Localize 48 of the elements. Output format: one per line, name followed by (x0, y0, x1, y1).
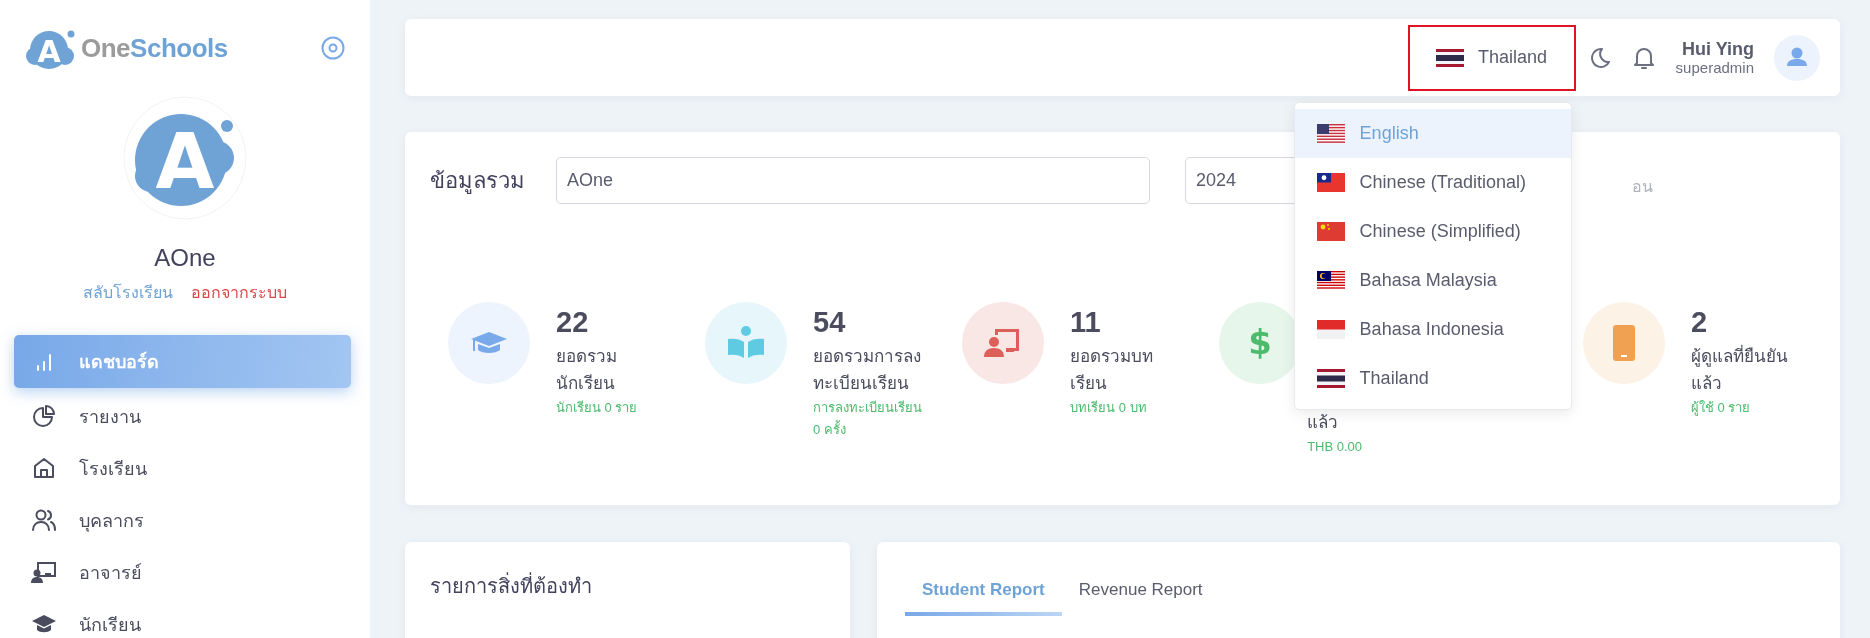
stat-detail: นักเรียน 0 ราย (556, 399, 639, 417)
user-name: Hui Ying (1682, 38, 1754, 60)
nav-item[interactable]: รายงาน (14, 390, 351, 442)
flag-icon (1316, 123, 1345, 143)
logout-link[interactable]: ออกจากระบบ (191, 280, 287, 305)
stat-number: 54 (813, 306, 847, 339)
stat-detail: การลงทะเบียนเรียน 0 ครั้ง (813, 399, 924, 439)
flag-icon (1316, 270, 1345, 290)
flag-icon (1436, 48, 1465, 67)
home-icon (31, 456, 57, 480)
users-icon (31, 508, 57, 532)
brand-name: OneSchools (81, 32, 228, 64)
stat-detail: บทเรียน 0 บท (1070, 399, 1148, 417)
teacher-icon (31, 561, 57, 583)
nav-item[interactable]: นักเรียน (14, 598, 351, 638)
stat-label: ยอดรวมบทเรียน (1070, 346, 1155, 395)
flag-icon (1316, 319, 1345, 339)
graduation-cap-icon (448, 302, 530, 384)
stat-label: แล้ว (1307, 412, 1340, 434)
stat-number: 2 (1690, 306, 1709, 339)
school-field[interactable]: AOne (556, 157, 1150, 204)
teacher-icon (962, 302, 1045, 384)
stat-number: 11 (1070, 306, 1102, 339)
nav-item[interactable]: โรงเรียน (14, 442, 351, 494)
overview-title: ข้อมูลรวม (430, 167, 526, 196)
stat-number: 22 (556, 306, 590, 339)
language-button[interactable]: Thailand (1407, 24, 1576, 91)
pie-chart-icon (31, 404, 57, 428)
stat-label: ยอดรวมนักเรียน (556, 346, 618, 395)
nav-item[interactable]: อาจารย์ (14, 546, 351, 598)
flag-icon (1316, 172, 1345, 192)
stat-detail: THB 0.00 (1307, 438, 1364, 456)
flag-icon (1316, 221, 1345, 241)
report-tab[interactable]: Revenue Report (1061, 572, 1220, 616)
flag-icon (1316, 368, 1345, 388)
language-option[interactable]: Chinese (Simplified) (1294, 206, 1571, 256)
school-name: AOne (154, 244, 216, 272)
stat-label: ยอดรวมการลงทะเบียนเรียน (813, 346, 923, 395)
phone-icon (1582, 302, 1665, 384)
reading-icon (705, 302, 788, 384)
school-logo: A (123, 96, 247, 220)
language-option[interactable]: Bahasa Malaysia (1294, 255, 1571, 305)
user-role: superadmin (1675, 59, 1754, 77)
stat-detail: ผู้ใช้ 0 ราย (1690, 399, 1752, 418)
month-label: อน (1631, 176, 1654, 197)
stat-label: ผู้ดูแลที่ยืนยันแล้ว (1690, 343, 1809, 397)
graduation-cap-icon (31, 613, 57, 635)
nav-item[interactable]: บุคลากร (14, 494, 351, 546)
